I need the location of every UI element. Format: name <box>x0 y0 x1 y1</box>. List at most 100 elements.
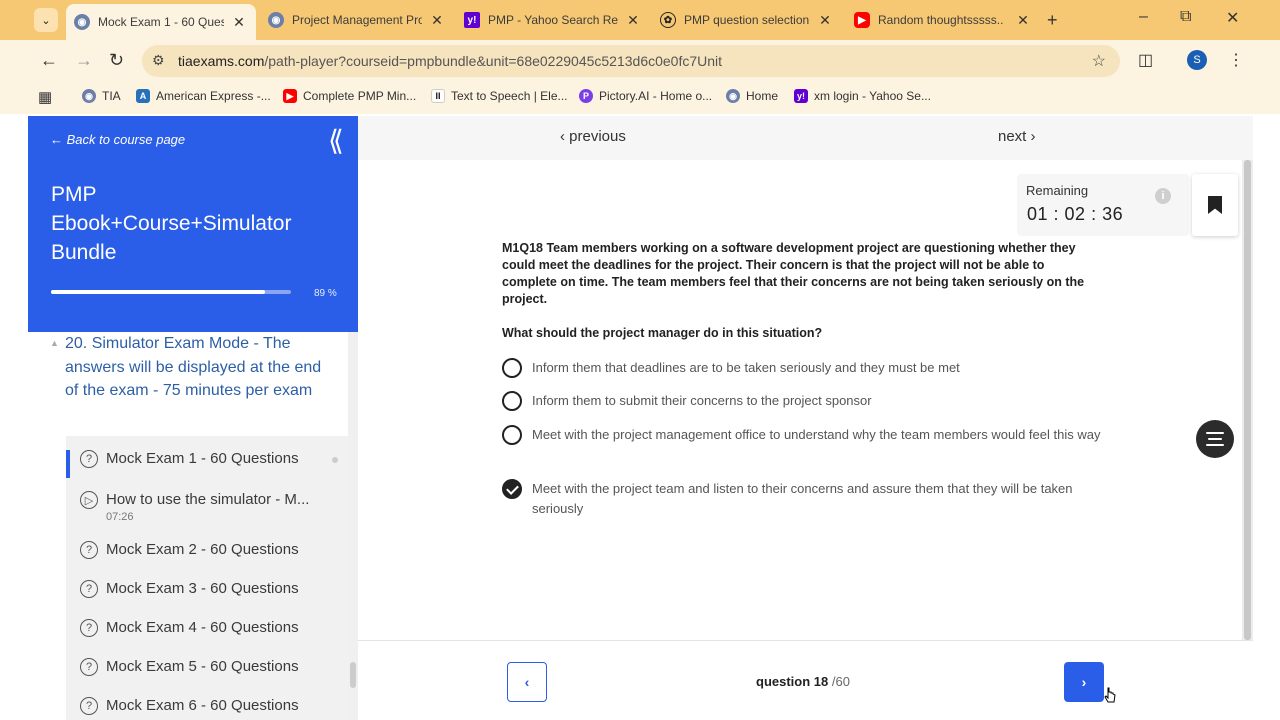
back-to-course-link[interactable]: ← Back to course page <box>50 132 185 147</box>
close-tab-icon[interactable]: ✕ <box>428 12 446 29</box>
course-progress-percent: 89 % <box>314 288 337 299</box>
lesson-item-mock-exam-4[interactable]: ? Mock Exam 4 - 60 Questions <box>66 619 348 637</box>
lesson-item-mock-exam-5[interactable]: ? Mock Exam 5 - 60 Questions <box>66 658 348 676</box>
answer-option-1[interactable]: Inform them that deadlines are to be tak… <box>502 358 1106 378</box>
address-bar[interactable]: ⚙ tiaexams.com/path-player?courseid=pmpb… <box>142 45 1120 77</box>
bookmark-xm-login[interactable]: y! xm login - Yahoo Se... <box>794 89 931 103</box>
radio-button[interactable] <box>502 425 522 445</box>
lesson-item-mock-exam-6[interactable]: ? Mock Exam 6 - 60 Questions <box>66 697 348 715</box>
close-window-icon[interactable]: ✕ <box>1226 8 1239 28</box>
next-link[interactable]: next › <box>998 128 1036 145</box>
section-title[interactable]: 20. Simulator Exam Mode - The answers wi… <box>65 332 335 403</box>
bookmark-star-icon[interactable]: ☆ <box>1092 51 1106 71</box>
elevenlabs-icon: II <box>431 89 445 103</box>
lesson-item-mock-exam-2[interactable]: ? Mock Exam 2 - 60 Questions <box>66 541 348 559</box>
timer-label: Remaining <box>1026 183 1089 198</box>
back-link-label: Back to course page <box>66 132 186 147</box>
radio-button-checked[interactable] <box>502 479 522 499</box>
section-collapse-caret-icon[interactable]: ▲ <box>50 338 59 348</box>
forward-arrow-icon[interactable]: → <box>75 50 93 71</box>
openai-icon: ✿ <box>660 12 676 28</box>
tia-shield-icon: ◉ <box>82 89 96 103</box>
tab-title: Random thoughtsssss.. <box>878 13 1004 27</box>
question-prompt: What should the project manager do in th… <box>502 326 823 340</box>
radio-button[interactable] <box>502 391 522 411</box>
sidebar-scrollbar[interactable] <box>348 332 358 720</box>
timer-minutes: 02 <box>1064 204 1086 224</box>
lesson-label: Mock Exam 1 - 60 Questions <box>106 450 299 467</box>
bookmark-question-button[interactable] <box>1192 174 1238 236</box>
bookmark-label: Pictory.AI - Home o... <box>599 89 713 103</box>
bookmark-pictory[interactable]: P Pictory.AI - Home o... <box>579 89 712 103</box>
tab-mock-exam[interactable]: ◉ Mock Exam 1 - 60 Questi ✕ <box>66 4 256 40</box>
restore-icon[interactable]: ⧉ <box>1180 8 1191 26</box>
main-scrollbar-thumb[interactable] <box>1244 160 1251 640</box>
question-circle-icon: ? <box>80 580 98 598</box>
main-scrollbar[interactable] <box>1242 160 1253 640</box>
bookmark-icon <box>1208 196 1222 214</box>
extensions-puzzle-icon[interactable]: ◫ <box>1138 50 1153 70</box>
tab-pmp-question-selection[interactable]: ✿ PMP question selection ✕ <box>660 6 834 34</box>
question-total: /60 <box>831 674 850 689</box>
bookmarks-bar: ◉ TIA A American Express -... ▶ Complete… <box>0 82 1280 114</box>
tab-yahoo-search[interactable]: y! PMP - Yahoo Search Resu ✕ <box>464 6 642 34</box>
new-tab-icon[interactable]: + <box>1047 10 1058 31</box>
sidebar-scrollbar-thumb[interactable] <box>350 662 356 688</box>
bookmark-amex[interactable]: A American Express -... <box>136 89 271 103</box>
lesson-item-mock-exam-3[interactable]: ? Mock Exam 3 - 60 Questions <box>66 580 348 598</box>
radio-button[interactable] <box>502 358 522 378</box>
site-settings-icon[interactable]: ⚙ <box>152 52 165 69</box>
browser-menu-icon[interactable]: ⋮ <box>1228 50 1244 70</box>
tab-title: PMP - Yahoo Search Resu <box>488 13 618 27</box>
question-menu-button[interactable] <box>1196 420 1234 458</box>
tia-shield-icon: ◉ <box>74 14 90 30</box>
reload-icon[interactable]: ↻ <box>109 50 124 71</box>
bookmark-home[interactable]: ◉ Home <box>726 89 778 103</box>
answer-option-4[interactable]: Meet with the project team and listen to… <box>502 479 1106 519</box>
mouse-pointer-icon <box>1104 687 1116 703</box>
bookmark-text-to-speech[interactable]: II Text to Speech | Ele... <box>431 89 568 103</box>
url-text: tiaexams.com/path-player?courseid=pmpbun… <box>178 53 723 69</box>
answer-option-2[interactable]: Inform them to submit their concerns to … <box>502 391 1106 411</box>
minimize-icon[interactable]: – <box>1139 8 1148 26</box>
lesson-duration: 07:26 <box>106 511 134 523</box>
tab-random-thoughts[interactable]: ▶ Random thoughtsssss.. ✕ <box>854 6 1032 34</box>
course-title: PMP Ebook+Course+Simulator Bundle <box>51 183 292 264</box>
previous-link[interactable]: ‹ previous <box>560 128 626 145</box>
sidebar-content: ▲ 20. Simulator Exam Mode - The answers … <box>28 332 350 720</box>
close-tab-icon[interactable]: ✕ <box>1014 12 1032 29</box>
lesson-item-mock-exam-1[interactable]: ? Mock Exam 1 - 60 Questions <box>66 450 348 478</box>
bookmark-complete-pmp[interactable]: ▶ Complete PMP Min... <box>283 89 416 103</box>
answer-option-3[interactable]: Meet with the project management office … <box>502 425 1106 445</box>
bookmark-label: Complete PMP Min... <box>303 89 417 103</box>
profile-avatar[interactable]: S <box>1187 50 1207 70</box>
close-tab-icon[interactable]: ✕ <box>230 14 248 31</box>
back-arrow-icon[interactable]: ← <box>40 50 58 71</box>
apps-grid-icon[interactable]: ▦ <box>38 88 52 106</box>
info-icon[interactable]: i <box>1155 188 1171 204</box>
previous-question-button[interactable]: ‹ <box>507 662 547 702</box>
tab-search-chevron-icon[interactable]: ⌄ <box>34 8 58 32</box>
question-counter: question 18 /60 <box>756 674 850 689</box>
bookmark-tia[interactable]: ◉ TIA <box>82 89 121 103</box>
tia-shield-icon: ◉ <box>726 89 740 103</box>
answer-option-text: Meet with the project team and listen to… <box>532 481 1073 516</box>
close-tab-icon[interactable]: ✕ <box>816 12 834 29</box>
course-progress-bar <box>51 290 291 294</box>
close-tab-icon[interactable]: ✕ <box>624 12 642 29</box>
question-panel: ‹ previous next › Remaining 01 : 02 : 36… <box>358 116 1253 720</box>
course-player-page: ← Back to course page ⟨⟨ PMP Ebook+Cours… <box>28 116 1253 720</box>
tab-project-management[interactable]: ◉ Project Management Pro ✕ <box>268 6 446 34</box>
answer-option-text: Inform them that deadlines are to be tak… <box>532 360 960 375</box>
timer-hours: 01 <box>1027 204 1049 224</box>
left-edge <box>0 116 28 720</box>
lesson-item-how-to-use-simulator[interactable]: ▷ How to use the simulator - M... 07:26 <box>66 491 348 527</box>
course-sidebar: ← Back to course page ⟨⟨ PMP Ebook+Cours… <box>28 116 358 720</box>
amex-icon: A <box>136 89 150 103</box>
time-remaining-box: Remaining 01 : 02 : 36 i <box>1017 174 1189 236</box>
question-circle-icon: ? <box>80 619 98 637</box>
tab-strip: ⌄ ◉ Mock Exam 1 - 60 Questi ✕ ◉ Project … <box>0 0 1280 40</box>
answer-option-text: Meet with the project management office … <box>532 427 1101 442</box>
collapse-sidebar-icon[interactable]: ⟨⟨ <box>328 124 344 157</box>
next-question-button[interactable]: › <box>1064 662 1104 702</box>
